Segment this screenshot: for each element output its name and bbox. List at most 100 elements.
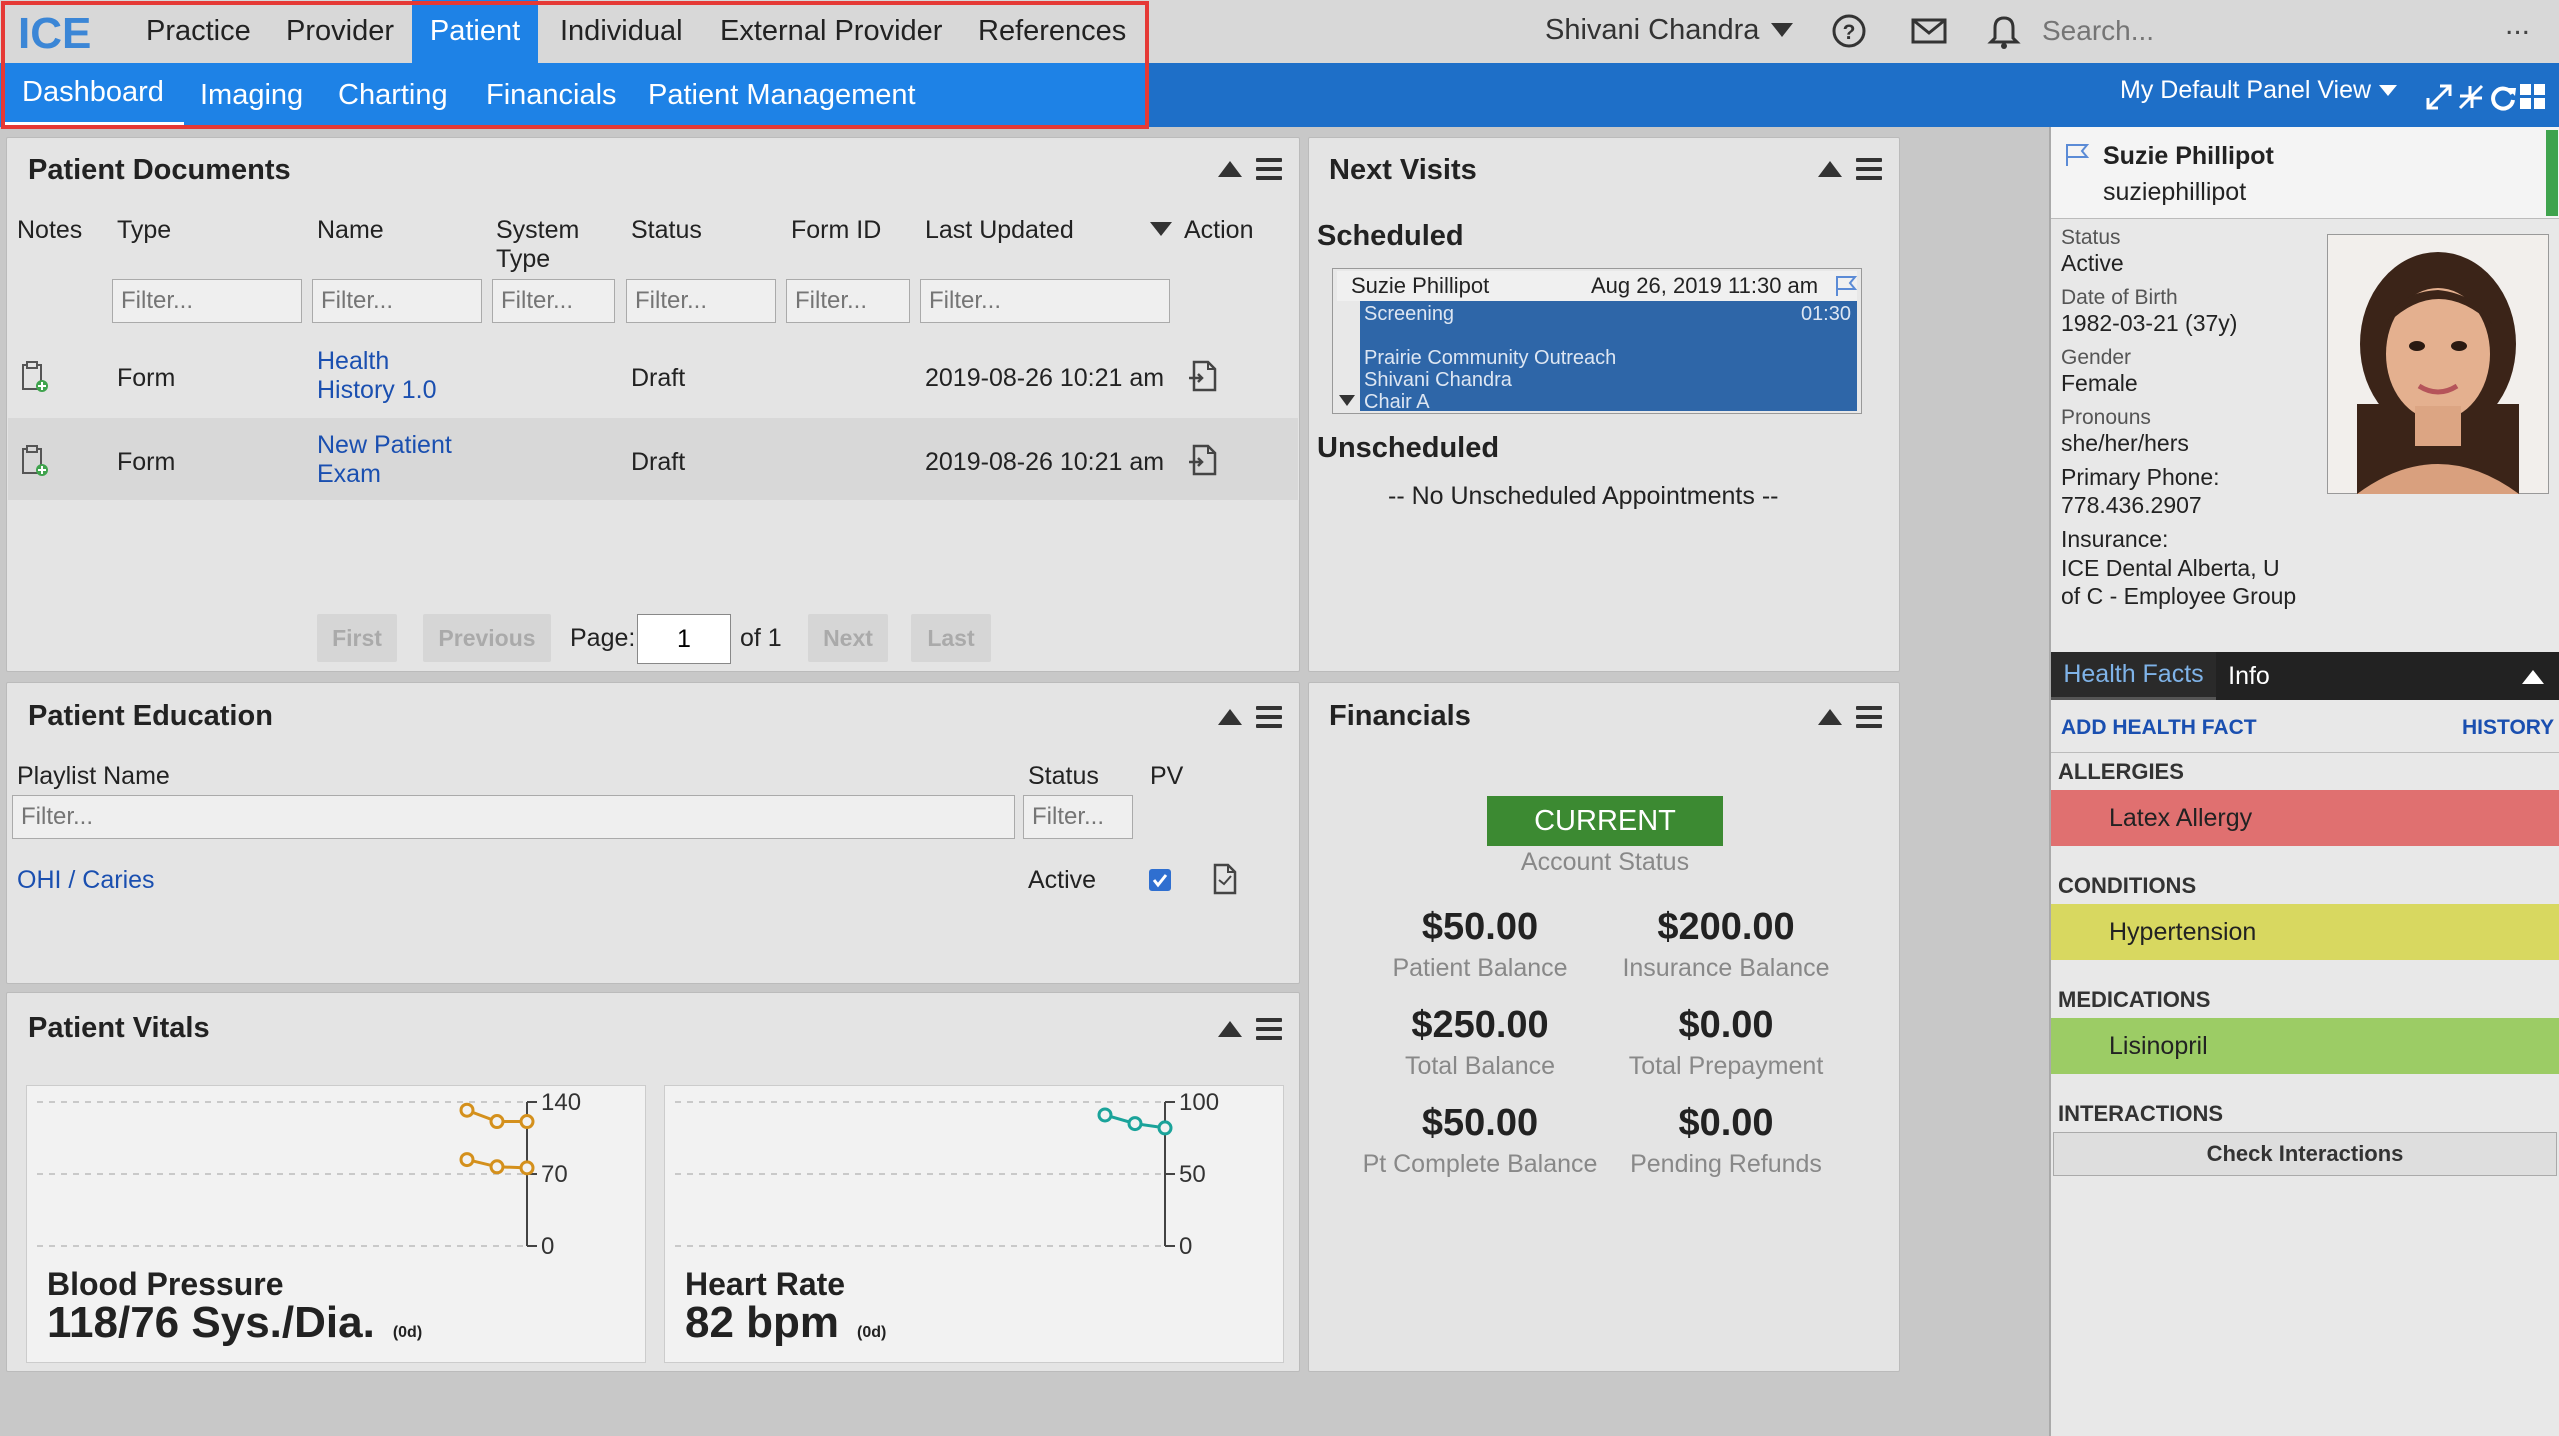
conditions-label: CONDITIONS [2058, 873, 2197, 898]
flag-icon[interactable] [2063, 142, 2091, 168]
col-status[interactable]: Status [631, 216, 702, 245]
sort-desc-icon[interactable] [1150, 222, 1172, 236]
document-action-icon[interactable] [1188, 358, 1220, 394]
data-point[interactable] [489, 1159, 505, 1175]
data-point[interactable] [459, 1102, 475, 1118]
col-playlist-name[interactable]: Playlist Name [17, 762, 170, 791]
appt-type: Screening [1364, 303, 1455, 325]
filter-system-type[interactable] [492, 279, 615, 323]
col-form-id[interactable]: Form ID [791, 216, 881, 245]
pager-last-button[interactable]: Last [911, 614, 991, 662]
col-last-updated[interactable]: Last Updated [925, 216, 1074, 245]
playlist-link[interactable]: OHI / Caries [17, 866, 155, 895]
row-updated: 2019-08-26 10:21 am [925, 364, 1165, 392]
panel-view-select[interactable]: My Default Panel View [2120, 76, 2398, 105]
data-point[interactable] [1157, 1120, 1173, 1136]
panel-title: Next Visits [1329, 154, 1477, 186]
data-point[interactable] [459, 1152, 475, 1168]
filter-last-updated[interactable] [920, 279, 1170, 323]
add-health-fact-link[interactable]: ADD HEALTH FACT [2061, 716, 2257, 740]
dob-label: Date of Birth [2061, 286, 2178, 309]
check-interactions-button[interactable]: Check Interactions [2053, 1132, 2557, 1176]
data-point[interactable] [519, 1114, 535, 1130]
medication-item[interactable]: Lisinopril [2051, 1018, 2559, 1074]
row-name-link[interactable]: Health History 1.0 [317, 347, 467, 405]
pager-first-button[interactable]: First [317, 614, 397, 662]
col-status[interactable]: Status [1028, 762, 1099, 791]
filter-status[interactable] [626, 279, 776, 323]
note-add-icon[interactable] [20, 360, 50, 394]
collapse-up-icon[interactable] [1218, 709, 1242, 725]
filter-form-id[interactable] [786, 279, 910, 323]
filter-playlist-name[interactable] [12, 795, 1015, 839]
total-balance-amount: $250.00 [1411, 1004, 1549, 1046]
collapse-up-icon[interactable] [1218, 161, 1242, 177]
col-action[interactable]: Action [1184, 216, 1253, 245]
insurance-link[interactable]: ICE Dental Alberta, U of C - Employee Gr… [2061, 554, 2301, 610]
col-system-type[interactable]: System Type [496, 216, 596, 274]
history-link[interactable]: HISTORY [2462, 716, 2554, 740]
condition-item[interactable]: Hypertension [2051, 904, 2559, 960]
scroll-down-icon[interactable] [1339, 395, 1355, 406]
data-point[interactable] [1097, 1107, 1113, 1123]
panel-title: Patient Documents [28, 154, 291, 186]
user-menu[interactable]: Shivani Chandra [1545, 10, 1794, 50]
appointment-card[interactable]: Suzie Phillipot Aug 26, 2019 11:30 am Sc… [1332, 268, 1862, 414]
note-add-icon[interactable] [20, 444, 50, 478]
appt-duration: 01:30 [1800, 303, 1851, 325]
total-prepayment-label: Total Prepayment [1628, 1052, 1824, 1080]
user-name: Shivani Chandra [1545, 13, 1760, 46]
document-icon[interactable] [1210, 862, 1240, 896]
scheduled-heading: Scheduled [1317, 220, 1464, 252]
data-point[interactable] [1127, 1116, 1143, 1132]
col-type[interactable]: Type [117, 216, 171, 245]
phone-label: Primary Phone: [2061, 464, 2220, 490]
help-icon[interactable]: ? [1830, 12, 1868, 50]
vital-value: 82 bpm [685, 1298, 840, 1347]
collapse-icon[interactable] [2456, 82, 2486, 112]
tab-health-facts[interactable]: Health Facts [2051, 652, 2216, 700]
divider [2051, 752, 2559, 753]
collapse-up-icon[interactable] [2522, 670, 2544, 684]
row-name-link[interactable]: New Patient Exam [317, 431, 477, 489]
menu-icon[interactable] [1256, 706, 1282, 728]
allergy-item[interactable]: Latex Allergy [2051, 790, 2559, 846]
menu-icon[interactable] [1856, 158, 1882, 180]
data-point[interactable] [519, 1160, 535, 1176]
col-notes[interactable]: Notes [17, 216, 82, 245]
mail-icon[interactable] [1910, 12, 1948, 50]
appt-provider: Shivani Chandra [1364, 369, 1512, 391]
grid-icon[interactable] [2518, 82, 2548, 112]
blood-pressure-card[interactable]: 140 70 0 Blood Pressure 118/76 Sys./Dia. (… [26, 1085, 646, 1363]
pv-checkbox[interactable] [1148, 868, 1172, 892]
refresh-icon[interactable] [2488, 82, 2518, 112]
menu-icon[interactable] [1256, 1018, 1282, 1040]
expand-icon[interactable] [2424, 82, 2454, 112]
bell-icon[interactable] [1985, 12, 2023, 50]
pager-next-button[interactable]: Next [808, 614, 888, 662]
collapse-up-icon[interactable] [1818, 161, 1842, 177]
search-input[interactable] [2040, 8, 2500, 54]
col-name[interactable]: Name [317, 216, 384, 245]
pager-previous-button[interactable]: Previous [423, 614, 551, 662]
data-point[interactable] [489, 1114, 505, 1130]
more-options-icon[interactable]: ... [2505, 8, 2530, 42]
filter-status[interactable] [1023, 795, 1133, 839]
tab-info[interactable]: Info [2216, 652, 2282, 700]
collapse-up-icon[interactable] [1218, 1021, 1242, 1037]
flag-icon[interactable] [1833, 274, 1859, 298]
pager-page-input[interactable] [637, 614, 731, 664]
unscheduled-heading: Unscheduled [1317, 432, 1500, 464]
pending-refunds-label: Pending Refunds [1630, 1150, 1822, 1178]
menu-icon[interactable] [1256, 158, 1282, 180]
collapse-up-icon[interactable] [1818, 709, 1842, 725]
heart-rate-card[interactable]: 100 50 0 Heart Rate 82 bpm (0d) [664, 1085, 1284, 1363]
pt-complete-balance-label: Pt Complete Balance [1362, 1150, 1598, 1178]
col-pv[interactable]: PV [1150, 762, 1183, 791]
appt-body[interactable]: Screening 01:30 Prairie Community Outrea… [1360, 301, 1857, 413]
menu-icon[interactable] [1856, 706, 1882, 728]
filter-name[interactable] [312, 279, 482, 323]
filter-type[interactable] [112, 279, 302, 323]
blood-pressure-chart: 140 70 0 [37, 1089, 581, 1260]
document-action-icon[interactable] [1188, 442, 1220, 478]
